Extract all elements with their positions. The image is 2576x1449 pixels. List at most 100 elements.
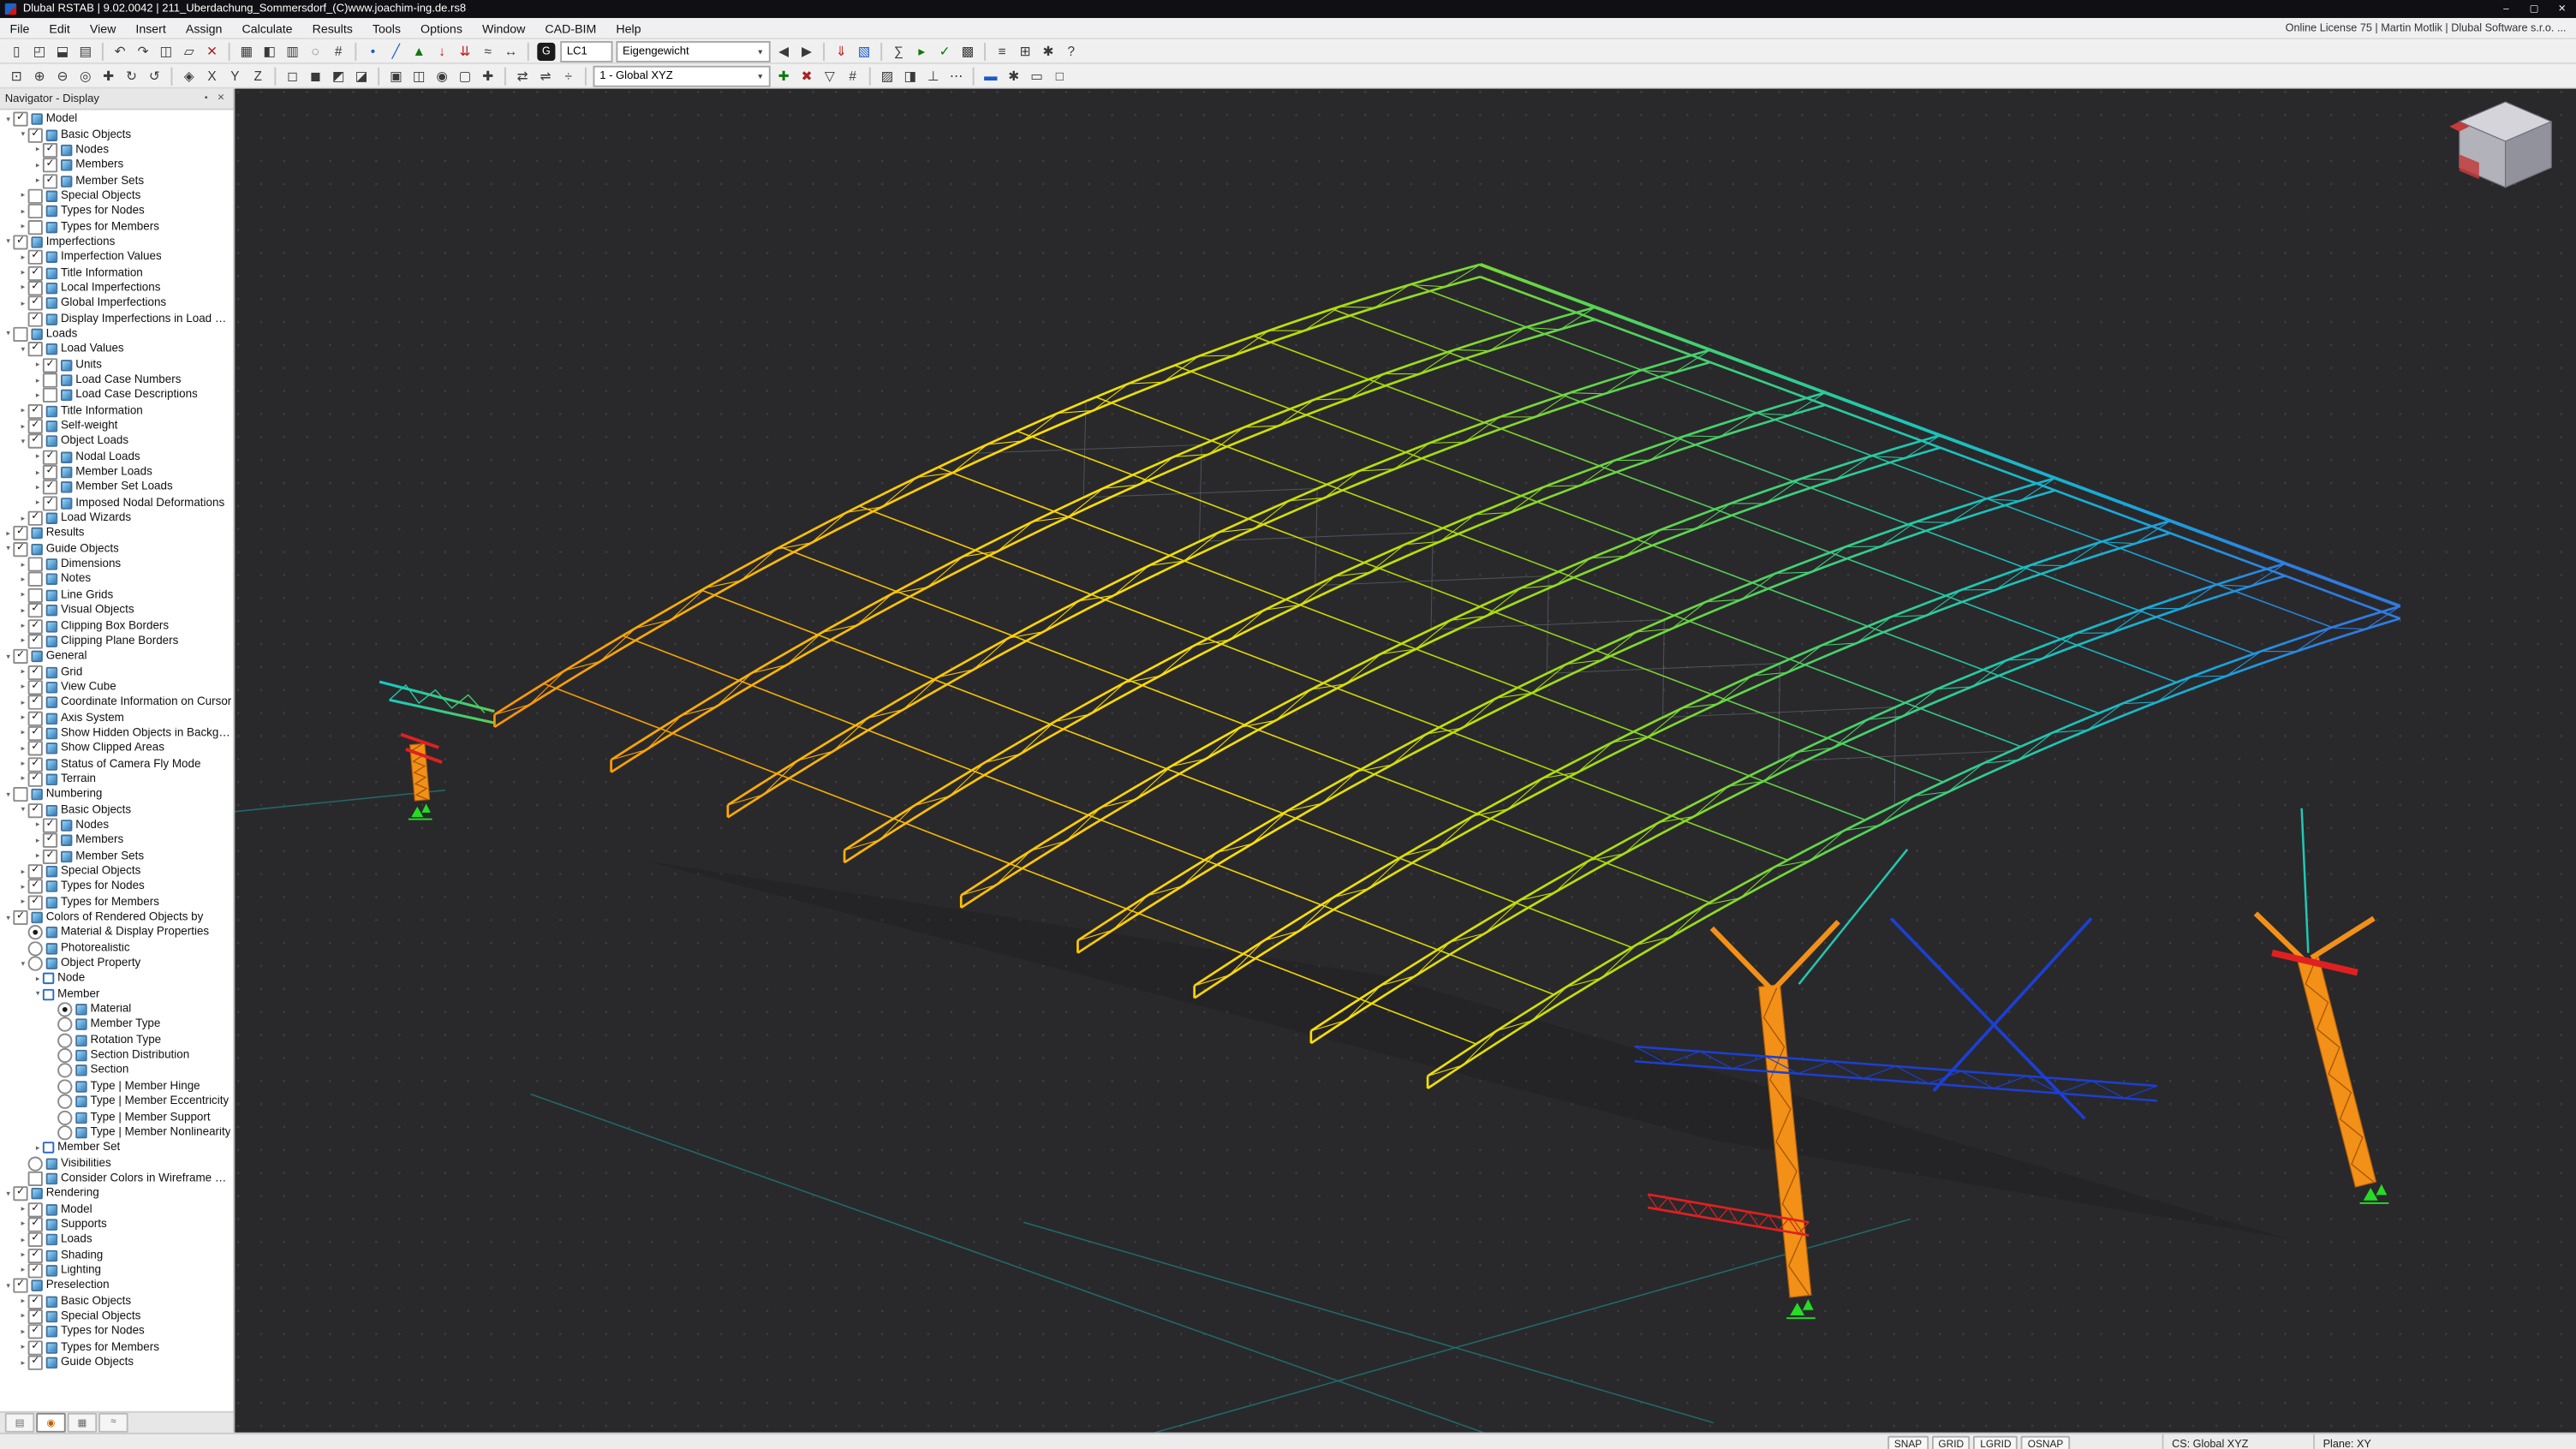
- zoom-out-icon[interactable]: ⊖: [51, 66, 73, 86]
- menu-tools[interactable]: Tools: [362, 21, 410, 35]
- expand-arrow-icon[interactable]: ▸: [18, 636, 28, 647]
- tree-item-section-distribution[interactable]: Section Distribution: [0, 1048, 233, 1064]
- tree-item-dimensions[interactable]: ▸ Dimensions: [0, 557, 233, 572]
- expand-arrow-icon[interactable]: ▾: [18, 437, 28, 447]
- visibility-checkbox[interactable]: [27, 1339, 43, 1356]
- expand-arrow-icon[interactable]: ▸: [33, 176, 43, 186]
- printout-report-icon[interactable]: ≡: [992, 41, 1013, 61]
- expand-arrow-icon[interactable]: ▸: [18, 575, 28, 585]
- load-case-combobox[interactable]: Eigengewicht ▼: [616, 40, 771, 62]
- view-in-x-icon[interactable]: X: [201, 66, 223, 86]
- expand-arrow-icon[interactable]: ▸: [18, 683, 28, 693]
- tree-item-preselection[interactable]: ▾ Preselection: [0, 1279, 233, 1294]
- tree-item-members[interactable]: ▸ Members: [0, 158, 233, 173]
- tree-item-local-imperfections[interactable]: ▸ Local Imperfections: [0, 280, 233, 296]
- tree-item-type-member-support[interactable]: Type | Member Support: [0, 1109, 233, 1125]
- new-nodal-load-icon[interactable]: ↓: [432, 41, 453, 61]
- tree-item-member-sets[interactable]: ▸ Member Sets: [0, 173, 233, 188]
- menu-edit[interactable]: Edit: [39, 21, 80, 35]
- visibility-checkbox[interactable]: [27, 725, 43, 742]
- expand-arrow-icon[interactable]: ▸: [18, 1204, 28, 1214]
- expand-arrow-icon[interactable]: ▸: [18, 1343, 28, 1353]
- dock-pin-icon[interactable]: ▪: [199, 91, 213, 105]
- expand-arrow-icon[interactable]: ▾: [3, 330, 14, 340]
- expand-arrow-icon[interactable]: ▾: [3, 790, 14, 800]
- results-tab[interactable]: ≈: [98, 1412, 128, 1433]
- expand-arrow-icon[interactable]: ▸: [18, 897, 28, 908]
- view-in-y-icon[interactable]: Y: [224, 66, 246, 86]
- grid-settings-icon[interactable]: ⋯: [945, 66, 967, 86]
- visibility-checkbox[interactable]: [42, 373, 58, 388]
- visibility-checkbox[interactable]: [27, 1202, 43, 1217]
- tree-item-line-grids[interactable]: ▸ Line Grids: [0, 587, 233, 603]
- menu-file[interactable]: File: [0, 21, 39, 35]
- navigator-toggle-icon[interactable]: ◧: [259, 41, 280, 61]
- visibility-checkbox[interactable]: [42, 142, 58, 158]
- expand-arrow-icon[interactable]: ▾: [18, 130, 28, 140]
- expand-arrow-icon[interactable]: ▸: [18, 729, 28, 739]
- view-in-z-icon[interactable]: Z: [247, 66, 269, 86]
- menu-results[interactable]: Results: [302, 21, 362, 35]
- expand-arrow-icon[interactable]: ▾: [33, 989, 43, 999]
- tree-item-load-case-numbers[interactable]: ▸ Load Case Numbers: [0, 373, 233, 388]
- visibility-checkbox[interactable]: [27, 634, 43, 649]
- close-button[interactable]: ✕: [2548, 0, 2576, 18]
- tree-item-basic-objects[interactable]: ▾ Basic Objects: [0, 802, 233, 818]
- tree-item-types-for-nodes[interactable]: ▸ Types for Nodes: [0, 1324, 233, 1340]
- maximize-button[interactable]: ▢: [2520, 0, 2549, 18]
- visibility-checkbox[interactable]: [27, 1232, 43, 1248]
- visibility-checkbox[interactable]: [27, 572, 43, 587]
- display-tab[interactable]: ◉: [36, 1412, 66, 1433]
- visibility-checkbox[interactable]: [42, 465, 58, 480]
- visibility-checkbox[interactable]: [27, 219, 43, 235]
- visibility-checkbox[interactable]: [13, 787, 28, 802]
- expand-arrow-icon[interactable]: ▸: [18, 514, 28, 524]
- menu-window[interactable]: Window: [472, 21, 534, 35]
- visibility-checkbox[interactable]: [13, 111, 28, 128]
- transparent-display-icon[interactable]: ◩: [328, 66, 349, 86]
- tree-item-basic-objects[interactable]: ▸ Basic Objects: [0, 1293, 233, 1309]
- tree-item-types-for-nodes[interactable]: ▸ Types for Nodes: [0, 204, 233, 219]
- expand-arrow-icon[interactable]: ▸: [33, 375, 43, 385]
- expand-arrow-icon[interactable]: ▸: [33, 498, 43, 509]
- tree-item-imperfections[interactable]: ▾ Imperfections: [0, 235, 233, 250]
- new-member-load-icon[interactable]: ⇊: [454, 41, 475, 61]
- print-icon[interactable]: ▤: [75, 41, 96, 61]
- option-radio[interactable]: [27, 956, 43, 971]
- navigator-header[interactable]: Navigator - Display ▪ ✕: [0, 88, 234, 110]
- option-radio[interactable]: [57, 1002, 73, 1017]
- tree-item-visual-objects[interactable]: ▸ Visual Objects: [0, 603, 233, 618]
- expand-arrow-icon[interactable]: ▸: [33, 391, 43, 401]
- dimension-icon[interactable]: ↔: [500, 41, 522, 61]
- visibility-checkbox[interactable]: [27, 710, 43, 726]
- zoom-all-icon[interactable]: ◎: [75, 66, 96, 86]
- tree-item-types-for-members[interactable]: ▸ Types for Members: [0, 894, 233, 910]
- visibility-checkbox[interactable]: [27, 342, 43, 357]
- option-radio[interactable]: [57, 1124, 73, 1141]
- menu-help[interactable]: Help: [606, 21, 651, 35]
- tree-item-load-wizards[interactable]: ▸ Load Wizards: [0, 510, 233, 527]
- tree-item-special-objects[interactable]: ▸ Special Objects: [0, 188, 233, 204]
- expand-arrow-icon[interactable]: ▸: [18, 1219, 28, 1230]
- tree-item-self-weight[interactable]: ▸ Self-weight: [0, 419, 233, 434]
- pan-view-icon[interactable]: ✚: [98, 66, 119, 86]
- run-calculation-icon[interactable]: ▸: [911, 41, 933, 61]
- light-settings-icon[interactable]: ✱: [1003, 66, 1024, 86]
- option-radio[interactable]: [57, 1094, 73, 1110]
- clipping-plane-icon[interactable]: ◫: [408, 66, 430, 86]
- tree-item-visibilities[interactable]: Visibilities: [0, 1155, 233, 1171]
- tree-item-load-case-descriptions[interactable]: ▸ Load Case Descriptions: [0, 388, 233, 403]
- visibility-checkbox[interactable]: [42, 173, 58, 188]
- new-support-icon[interactable]: ▲: [408, 41, 430, 61]
- tree-item-shading[interactable]: ▸ Shading: [0, 1248, 233, 1263]
- close-navigator-icon[interactable]: ✕: [213, 91, 228, 105]
- data-tab[interactable]: ▤: [4, 1412, 35, 1433]
- visibility-checkbox[interactable]: [27, 1263, 43, 1279]
- tree-item-nodes[interactable]: ▸ Nodes: [0, 818, 233, 833]
- tree-item-coordinate-information-on-cursor[interactable]: ▸ Coordinate Information on Cursor: [0, 695, 233, 711]
- tree-item-members[interactable]: ▸ Members: [0, 833, 233, 849]
- visibility-checkbox[interactable]: [42, 158, 58, 173]
- tree-item-imperfection-values[interactable]: ▸ Imperfection Values: [0, 250, 233, 265]
- visibility-checkbox[interactable]: [27, 280, 43, 296]
- export-icon[interactable]: ⊞: [1015, 41, 1036, 61]
